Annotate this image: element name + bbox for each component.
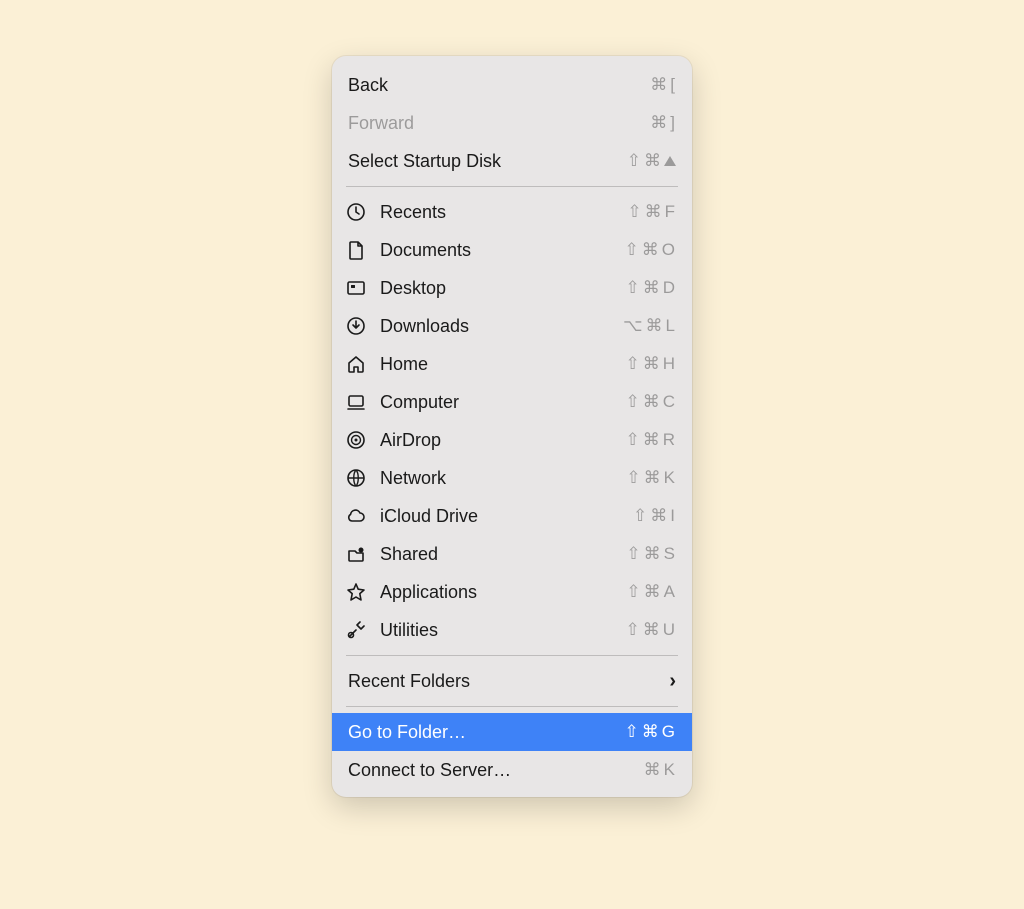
menu-item-label: Shared [380, 544, 626, 565]
menu-item-shortcut: ⇧⌘U [625, 620, 676, 640]
menu-item-back[interactable]: Back⌘[ [332, 66, 692, 104]
menu-item-shortcut: ⇧⌘I [633, 506, 676, 526]
menu-item-label: Select Startup Disk [348, 151, 627, 172]
computer-icon [346, 392, 380, 412]
desktop-icon [346, 278, 380, 298]
menu-item-network[interactable]: Network⇧⌘K [332, 459, 692, 497]
menu-item-label: Computer [380, 392, 625, 413]
menu-item-shortcut: ⌘[ [650, 75, 676, 95]
menu-item-shortcut: ⌘K [644, 760, 676, 780]
menu-item-home[interactable]: Home⇧⌘H [332, 345, 692, 383]
menu-item-label: Documents [380, 240, 625, 261]
menu-item-label: Network [380, 468, 626, 489]
menu-item-shortcut: ⇧⌘R [625, 430, 676, 450]
network-icon [346, 468, 380, 488]
menu-item-shortcut: ⇧⌘A [626, 582, 676, 602]
menu-item-desktop[interactable]: Desktop⇧⌘D [332, 269, 692, 307]
menu-item-label: iCloud Drive [380, 506, 633, 527]
menu-item-forward: Forward⌘] [332, 104, 692, 142]
menu-item-label: AirDrop [380, 430, 625, 451]
menu-item-shortcut: ⇧⌘ [627, 151, 676, 171]
utilities-icon [346, 620, 380, 640]
menu-separator [346, 186, 678, 187]
clock-icon [346, 202, 380, 222]
menu-item-computer[interactable]: Computer⇧⌘C [332, 383, 692, 421]
menu-item-shared[interactable]: Shared⇧⌘S [332, 535, 692, 573]
menu-item-label: Utilities [380, 620, 625, 641]
menu-item-recent-folders[interactable]: Recent Folders› [332, 662, 692, 700]
menu-item-label: Connect to Server… [348, 760, 644, 781]
menu-item-shortcut: ⇧⌘D [625, 278, 676, 298]
menu-item-shortcut: ⇧⌘O [625, 240, 676, 260]
menu-item-label: Applications [380, 582, 626, 603]
menu-separator [346, 655, 678, 656]
menu-item-label: Desktop [380, 278, 625, 299]
shared-icon [346, 544, 380, 564]
menu-item-shortcut: ⇧⌘H [625, 354, 676, 374]
menu-separator [346, 706, 678, 707]
menu-item-shortcut: ⌥⌘L [623, 316, 676, 336]
menu-item-shortcut: ⇧⌘G [625, 722, 676, 742]
menu-item-go-to-folder[interactable]: Go to Folder…⇧⌘G [332, 713, 692, 751]
menu-item-utilities[interactable]: Utilities⇧⌘U [332, 611, 692, 649]
menu-item-select-startup-disk[interactable]: Select Startup Disk⇧⌘ [332, 142, 692, 180]
menu-item-label: Downloads [380, 316, 623, 337]
menu-item-applications[interactable]: Applications⇧⌘A [332, 573, 692, 611]
menu-item-connect-to-server[interactable]: Connect to Server…⌘K [332, 751, 692, 789]
menu-item-shortcut: ⇧⌘C [625, 392, 676, 412]
menu-item-airdrop[interactable]: AirDrop⇧⌘R [332, 421, 692, 459]
menu-item-label: Go to Folder… [348, 722, 625, 743]
menu-item-label: Home [380, 354, 625, 375]
airdrop-icon [346, 430, 380, 450]
document-icon [346, 240, 380, 260]
menu-item-icloud-drive[interactable]: iCloud Drive⇧⌘I [332, 497, 692, 535]
home-icon [346, 354, 380, 374]
download-icon [346, 316, 380, 336]
menu-item-shortcut: ⌘] [650, 113, 676, 133]
menu-item-shortcut: ⇧⌘S [626, 544, 676, 564]
menu-item-shortcut: ⇧⌘F [627, 202, 676, 222]
go-menu[interactable]: Back⌘[Forward⌘]Select Startup Disk⇧⌘Rece… [332, 56, 692, 797]
menu-item-downloads[interactable]: Downloads⌥⌘L [332, 307, 692, 345]
chevron-right-icon: › [669, 670, 676, 693]
menu-item-label: Back [348, 75, 650, 96]
menu-item-label: Recents [380, 202, 627, 223]
cloud-icon [346, 506, 380, 526]
menu-item-documents[interactable]: Documents⇧⌘O [332, 231, 692, 269]
menu-item-label: Forward [348, 113, 650, 134]
menu-item-shortcut: ⇧⌘K [626, 468, 676, 488]
applications-icon [346, 582, 380, 602]
menu-item-label: Recent Folders [348, 671, 669, 692]
menu-item-recents[interactable]: Recents⇧⌘F [332, 193, 692, 231]
